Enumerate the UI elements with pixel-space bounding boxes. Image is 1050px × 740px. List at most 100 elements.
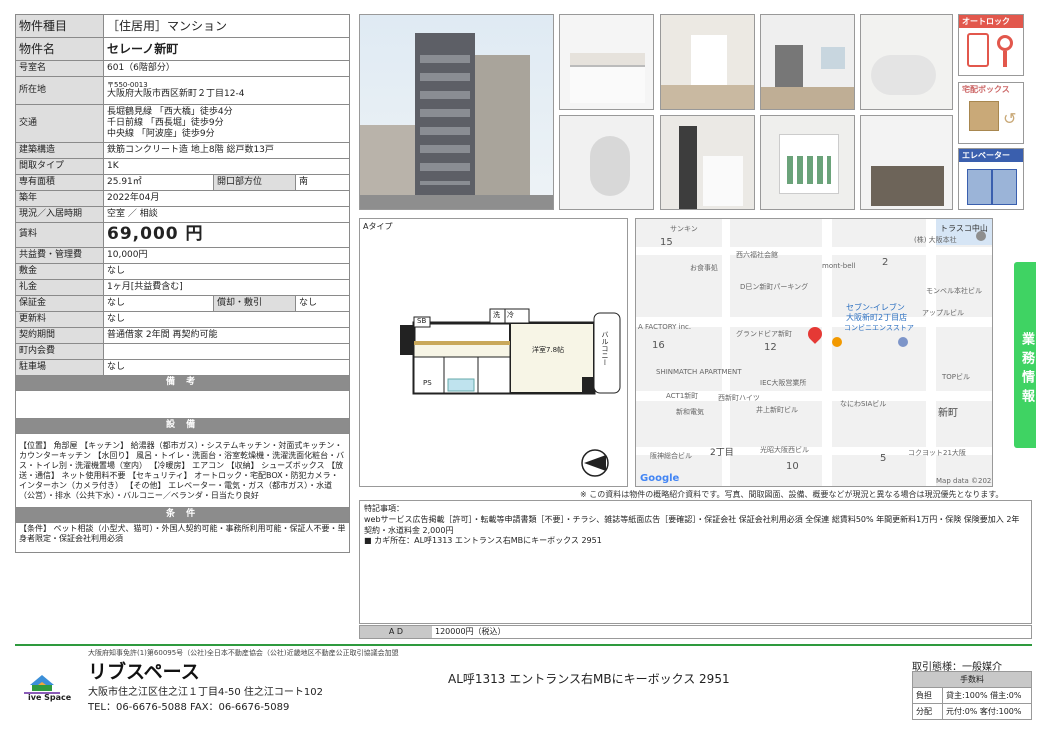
- parking-value: なし: [102, 359, 351, 376]
- block-number: 10: [786, 461, 799, 472]
- block-number: 15: [660, 237, 673, 248]
- map-label: コンビニエンスストア: [844, 324, 914, 332]
- balcony-label: バルコニー: [601, 331, 609, 366]
- renewal-label: 更新料: [15, 311, 104, 328]
- conditions-text: 【条件】 ペット相談（小型犬、猫可）・外国人契約可能・事務所利用可能・保証人不要…: [14, 522, 351, 553]
- contract-value: 普通借家 2年間 再契約可能: [102, 327, 351, 344]
- guarantee-value: なし: [103, 295, 214, 312]
- map-label: A FACTORY inc.: [638, 323, 692, 331]
- burden-label: 負担: [912, 687, 943, 704]
- block-number: 2: [882, 257, 889, 268]
- delivery-box-badge: 宅配ボックス ↺: [958, 82, 1024, 144]
- logo-text: ive Space: [28, 693, 72, 702]
- area-value: 25.91㎡: [103, 174, 214, 191]
- amortization-value: なし: [294, 295, 351, 312]
- name-label: 物件名: [15, 37, 104, 61]
- ad-label: A D: [360, 626, 432, 638]
- floorplan-drawing: [400, 308, 621, 477]
- map-label: グランドビア新町: [736, 330, 792, 338]
- type-label: 物件種目: [15, 14, 104, 38]
- ad-row: A D 120000円（税込）: [359, 625, 1032, 639]
- special-notes: 特記事項： webサービス広告掲載［許可］・転載等申請書類［不要］・チラシ、雑誌…: [359, 500, 1032, 624]
- rent-value: 69,000 円: [102, 222, 351, 248]
- address-label: 所在地: [15, 76, 104, 105]
- type-value: ［住居用］マンション: [102, 14, 351, 38]
- map-label: 井上新町ビル: [756, 406, 798, 414]
- map-label: お食事処: [690, 264, 718, 272]
- remarks-header: 備 考: [14, 375, 351, 391]
- area-label: 専有面積: [15, 174, 104, 191]
- room-value: 601（6階部分）: [102, 60, 351, 77]
- facilities-header: 設 備: [14, 418, 351, 434]
- location-map[interactable]: サンキン トラスコ中山 (株) 大阪本社 西六福社会館 お食事処 mont-be…: [635, 218, 993, 487]
- autolock-title: オートロック: [959, 15, 1023, 28]
- company-address: 大阪市住之江区住之江１丁目4-50 住之江コート102: [88, 687, 323, 698]
- special-notes-line-2: ■ カギ所在：AL呼1313 エントランス右MBにキーボックス 2951: [364, 536, 602, 546]
- map-label: (株) 大阪本社: [914, 236, 957, 244]
- block-number: 5: [880, 453, 887, 464]
- town-fee-label: 町内会費: [15, 343, 104, 360]
- parking-label: 駐車場: [15, 359, 104, 376]
- key-location: AL呼1313 エントランス右MBにキーボックス 2951: [448, 672, 730, 686]
- key-money-label: 礼金: [15, 279, 104, 296]
- elevator-icon: [967, 169, 1017, 205]
- building-icon: [976, 231, 986, 241]
- deposit-value: なし: [102, 263, 351, 280]
- ps-label: PS: [423, 379, 432, 387]
- key-money-value: 1ヶ月[共益費含む]: [102, 279, 351, 296]
- map-label: アップルビル: [922, 309, 964, 317]
- remarks-body: [14, 390, 351, 419]
- elevator-badge: エレベーター: [958, 148, 1024, 210]
- map-label: モンベル本社ビル: [926, 287, 982, 295]
- refrigerator-label: 冷: [507, 311, 514, 319]
- rent-label: 賃料: [15, 222, 104, 248]
- business-info-tab[interactable]: 業務情報: [1014, 262, 1036, 448]
- direction-label: 開口部方位: [213, 174, 296, 191]
- special-notes-line-1: webサービス広告掲載［許可］・転載等申請書類［不要］・チラシ、雑誌等紙面広告［…: [364, 514, 1020, 535]
- map-label: サンキン: [670, 225, 698, 233]
- transit-label: 交通: [15, 104, 104, 143]
- map-label: mont-bell: [822, 262, 856, 270]
- town-fee-value: [102, 343, 351, 360]
- split-value: 元付:0% 客付:100%: [942, 703, 1032, 720]
- built-value: 2022年04月: [102, 190, 351, 207]
- footer-divider: [15, 644, 1032, 646]
- map-label: 阪神総合ビル: [650, 452, 692, 460]
- restaurant-icon: [832, 337, 842, 347]
- building-photo: [359, 14, 554, 210]
- floor-plan: Aタイプ SB 冷 洗 PS 洋室7.8帖 バルコニー: [359, 218, 628, 487]
- map-label: 光昭大阪西ビル: [760, 446, 809, 454]
- amortization-label: 償却・敷引: [213, 295, 296, 312]
- direction-value: 南: [294, 174, 351, 191]
- key-icon: [997, 35, 1013, 51]
- status-value: 空室 ／ 相談: [102, 206, 351, 223]
- map-label: 西新町ハイツ: [718, 394, 760, 402]
- special-notes-title: 特記事項：: [364, 504, 404, 513]
- postal-code: 〒550-0013: [107, 80, 148, 89]
- map-label: 2丁目: [710, 448, 734, 458]
- arrow-icon: ↺: [1003, 109, 1017, 128]
- structure-label: 建築構造: [15, 142, 104, 159]
- photo-window: [760, 14, 855, 110]
- map-label: 西六福社会館: [736, 251, 778, 259]
- map-label: コクヨット21大阪: [908, 449, 966, 457]
- photo-kitchen-2: [860, 115, 953, 210]
- map-label: 大阪新町2丁目店: [846, 313, 908, 322]
- delivery-box-title: 宅配ボックス: [962, 85, 1010, 94]
- conditions-header: 条 件: [14, 507, 351, 523]
- split-label: 分配: [912, 703, 943, 720]
- status-label: 現況／入居時期: [15, 206, 104, 223]
- room-label: 号室名: [15, 60, 104, 77]
- map-label: SHINMATCH APARTMENT: [656, 368, 742, 376]
- address-value: 大阪府大阪市西区新町２丁目12-4: [107, 89, 245, 100]
- company-name: リブスペース: [88, 661, 200, 683]
- package-icon: [969, 101, 999, 131]
- company-phone: TEL：06-6676-5088 FAX：06-6676-5089: [88, 702, 290, 713]
- autolock-badge: オートロック: [958, 14, 1024, 76]
- photo-control-panel: [760, 115, 855, 210]
- property-table: 物件種目 ［住居用］マンション 物件名 セレーノ新町 号室名 601（6階部分） 所在…: [14, 14, 351, 553]
- photo-room: [660, 14, 755, 110]
- fee-value: 10,000円: [102, 247, 351, 264]
- transit-line-2: 千日前線 「西長堀」徒歩9分: [107, 117, 224, 128]
- map-label: 新町: [938, 408, 958, 419]
